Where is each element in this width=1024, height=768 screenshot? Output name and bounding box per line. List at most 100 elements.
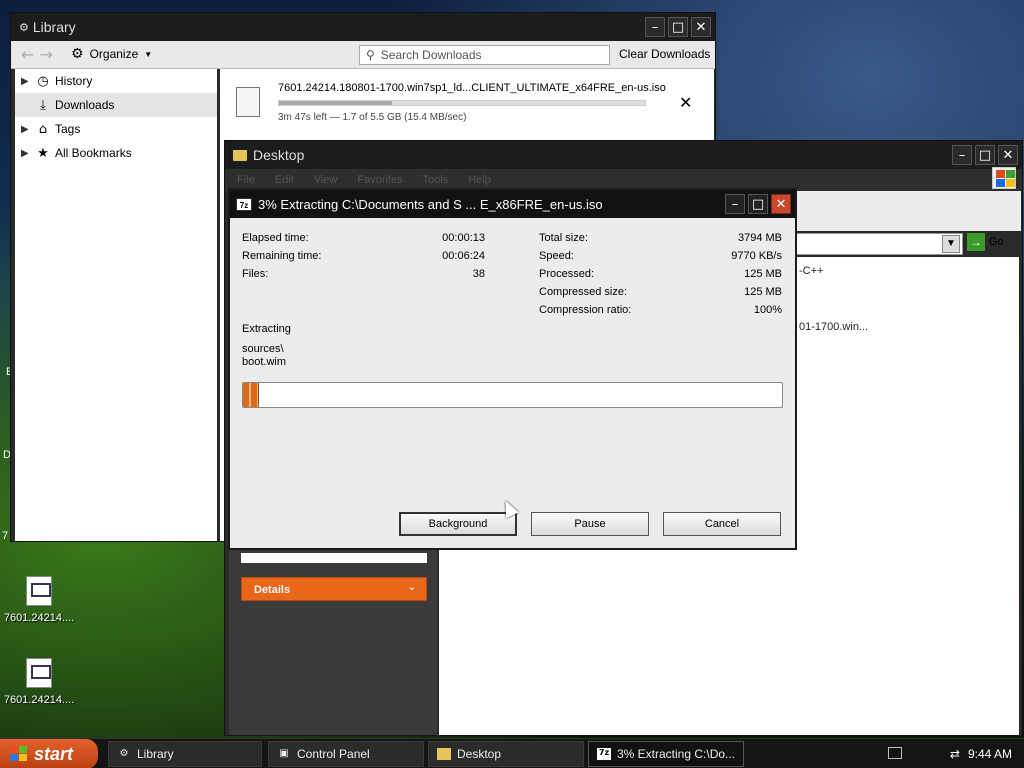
- compressed-size-label: Compressed size:: [539, 286, 628, 298]
- library-titlebar[interactable]: ⚙ Library – □ ✕: [11, 13, 715, 41]
- sidebar-item-history[interactable]: ▶ ◷ History: [15, 69, 217, 93]
- current-path: sources\: [242, 343, 284, 355]
- minimize-button[interactable]: –: [952, 145, 972, 165]
- search-icon: ⚲: [366, 48, 375, 62]
- iso-file-icon: [236, 87, 260, 117]
- taskbar-item-label: Control Panel: [297, 747, 370, 761]
- sidebar-item-tags[interactable]: ▶ ⌂ Tags: [15, 117, 217, 141]
- chevron-down-icon: ▼: [144, 49, 153, 59]
- menu-tools[interactable]: Tools: [423, 174, 449, 186]
- sidebar-item-label: Downloads: [55, 98, 115, 112]
- back-forward-buttons[interactable]: ← →: [21, 45, 53, 64]
- sidebar-item-label: History: [55, 74, 93, 88]
- taskbar-item-library[interactable]: ⚙ Library: [108, 741, 262, 767]
- download-progress-bar: [278, 100, 646, 106]
- system-tray: ⇄ 9:44 AM: [912, 739, 1024, 768]
- library-toolbar: ← → ⚙ Organize ▼ ⚲ Search Downloads Clea…: [11, 41, 715, 69]
- download-status: 3m 47s left — 1.7 of 5.5 GB (15.4 MB/sec…: [278, 112, 467, 123]
- compression-ratio-value: 100%: [753, 304, 782, 316]
- library-icon: ⚙: [119, 748, 129, 759]
- compressed-size-value: 125 MB: [744, 286, 782, 298]
- go-arrow-icon: →: [967, 233, 985, 251]
- extraction-progress-bar: [242, 382, 783, 408]
- maximize-button[interactable]: □: [748, 194, 768, 214]
- network-icon[interactable]: ⇄: [950, 747, 960, 761]
- search-placeholder: Search Downloads: [380, 48, 482, 62]
- iso-file-icon: [26, 576, 52, 606]
- close-button[interactable]: ✕: [771, 194, 791, 214]
- desktop-file-icon[interactable]: 7601.24214....: [0, 576, 84, 624]
- download-progress-fill: [279, 101, 393, 105]
- extraction-progress-fill: [243, 383, 260, 407]
- file-list-item-fragment[interactable]: 01-1700.win...: [799, 321, 868, 333]
- organize-button[interactable]: ⚙ Organize ▼: [71, 46, 152, 62]
- desktop-label-fragment: 7: [2, 530, 9, 542]
- close-button[interactable]: ✕: [998, 145, 1018, 165]
- menu-view[interactable]: View: [314, 174, 338, 186]
- start-button[interactable]: start: [0, 739, 98, 768]
- remaining-time-label: Remaining time:: [242, 250, 322, 262]
- taskbar-item-control-panel[interactable]: ▣ Control Panel: [268, 741, 424, 767]
- taskbar-item-extracting[interactable]: 7z 3% Extracting C:\Do...: [588, 741, 744, 767]
- folder-icon: [437, 748, 451, 760]
- desktop-file-label: 7601.24214....: [3, 694, 75, 706]
- maximize-button[interactable]: □: [975, 145, 995, 165]
- total-size-label: Total size:: [539, 232, 588, 244]
- files-label: Files:: [242, 268, 269, 280]
- tag-icon: ⌂: [38, 121, 48, 137]
- desktop-file-icon[interactable]: 7601.24214....: [0, 658, 84, 706]
- current-file: boot.wim: [242, 356, 287, 368]
- go-button[interactable]: → Go: [967, 233, 1004, 251]
- library-logo-icon: ⚙: [19, 21, 29, 34]
- file-list-item-fragment[interactable]: -C++: [799, 265, 823, 277]
- expand-arrow-icon[interactable]: ▶: [21, 76, 31, 87]
- clock-icon: ◷: [37, 73, 49, 89]
- cancel-download-icon[interactable]: ✕: [679, 93, 692, 112]
- taskbar-item-label: 3% Extracting C:\Do...: [617, 747, 736, 761]
- menu-favorites[interactable]: Favorites: [357, 174, 402, 186]
- extracting-label: Extracting: [242, 323, 291, 335]
- menu-edit[interactable]: Edit: [275, 174, 294, 186]
- organize-label: Organize: [89, 47, 139, 61]
- compression-ratio-label: Compression ratio:: [539, 304, 632, 316]
- expand-arrow-icon[interactable]: ▶: [21, 148, 31, 159]
- extraction-progress-dialog: 7z 3% Extracting C:\Documents and S ... …: [228, 188, 797, 550]
- library-sidebar: ▶ ◷ History ⤓ Downloads ▶ ⌂ Tags ▶ ★ All…: [15, 69, 217, 541]
- clock[interactable]: 9:44 AM: [968, 747, 1012, 761]
- sidebar-item-downloads[interactable]: ⤓ Downloads: [15, 93, 217, 117]
- sidebar-item-all-bookmarks[interactable]: ▶ ★ All Bookmarks: [15, 141, 217, 165]
- pause-button[interactable]: Pause: [531, 512, 649, 536]
- speed-value: 9770 KB/s: [731, 250, 782, 262]
- 7zip-icon: 7z: [236, 197, 252, 211]
- menu-file[interactable]: File: [237, 174, 255, 186]
- desktop-file-label: 7601.24214....: [3, 612, 75, 624]
- star-icon: ★: [37, 145, 49, 161]
- elapsed-time-label: Elapsed time:: [242, 232, 309, 244]
- dialog-titlebar[interactable]: 7z 3% Extracting C:\Documents and S ... …: [230, 190, 795, 218]
- maximize-button[interactable]: □: [668, 17, 688, 37]
- cancel-button[interactable]: Cancel: [663, 512, 781, 536]
- folder-icon: [233, 149, 247, 161]
- explorer-titlebar[interactable]: Desktop – □ ✕: [225, 141, 1022, 169]
- chevron-down-icon: ⌄: [407, 582, 416, 593]
- go-label: Go: [989, 236, 1004, 248]
- minimize-button[interactable]: –: [645, 17, 665, 37]
- details-panel-header[interactable]: Details ⌄: [241, 577, 427, 601]
- close-button[interactable]: ✕: [691, 17, 711, 37]
- taskbar-item-label: Desktop: [457, 747, 502, 761]
- minimize-button[interactable]: –: [725, 194, 745, 214]
- taskbar-item-desktop[interactable]: Desktop: [428, 741, 584, 767]
- remaining-time-value: 00:06:24: [442, 250, 485, 262]
- download-filename: 7601.24214.180801-1700.win7sp1_ld...CLIE…: [278, 82, 666, 94]
- taskbar: start ⚙ Library ▣ Control Panel Desktop …: [0, 738, 1024, 768]
- keyboard-icon[interactable]: [888, 747, 902, 759]
- menu-help[interactable]: Help: [468, 174, 491, 186]
- expand-arrow-icon[interactable]: ▶: [21, 124, 31, 135]
- chevron-down-icon[interactable]: ▼: [942, 235, 960, 253]
- windows-logo-icon: [992, 167, 1016, 189]
- explorer-title: Desktop: [253, 147, 305, 163]
- clear-downloads-button[interactable]: Clear Downloads: [619, 47, 710, 61]
- processed-label: Processed:: [539, 268, 595, 280]
- search-downloads-input[interactable]: ⚲ Search Downloads: [359, 45, 610, 65]
- background-button[interactable]: Background: [399, 512, 517, 536]
